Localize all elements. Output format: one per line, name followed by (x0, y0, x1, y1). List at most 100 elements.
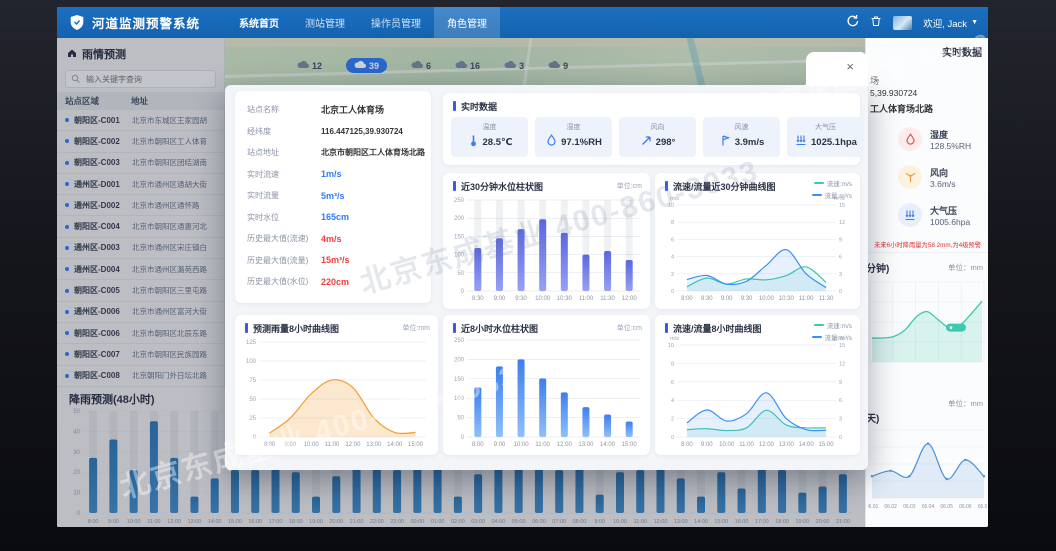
svg-text:14:00: 14:00 (600, 442, 616, 448)
station-row[interactable]: 朝阳区-C001北京市东城区王家园胡 (57, 110, 224, 131)
station-row[interactable]: 通州区-D004北京市通州区潞苑西路 (57, 259, 224, 280)
weather-chip[interactable]: 12 (297, 60, 322, 71)
user-menu[interactable]: 欢迎, Jack ▼ (923, 16, 978, 30)
thermometer-icon (467, 134, 480, 150)
svg-text:16:00: 16:00 (248, 519, 262, 525)
station-dot-icon (65, 374, 69, 378)
station-address: 北京市通州区宋庄镇白 (132, 242, 216, 253)
station-row[interactable]: 朝阳区-C008北京朝阳门外日坛北路 (57, 366, 224, 387)
station-row[interactable]: 朝阳区-C004北京市朝阳区通惠河北 (57, 216, 224, 237)
refresh-icon[interactable] (846, 14, 859, 32)
station-row[interactable]: 通州区-D003北京市通州区宋庄镇白 (57, 238, 224, 259)
svg-text:8: 8 (671, 220, 674, 226)
svg-text:11:00: 11:00 (147, 519, 160, 525)
modal-close-tab: × (806, 52, 868, 86)
weather-chip[interactable]: 6 (411, 60, 431, 71)
trash-icon[interactable] (870, 14, 882, 32)
info-value: 220cm (321, 277, 349, 287)
svg-text:3: 3 (839, 417, 842, 423)
info-row: 历史最大值(流速)4m/s (247, 228, 431, 250)
station-table-header: 站点区域 地址 (57, 92, 224, 110)
station-row[interactable]: 朝阳区-C006北京市朝阳区北辰东路 (57, 323, 224, 344)
svg-text:14:00: 14:00 (387, 442, 403, 448)
level30-chart: 0501001502002508:309:009:3010:0010:3011:… (447, 192, 646, 307)
svg-text:9:00: 9:00 (494, 442, 506, 448)
info-row: 实时流量5m³/s (247, 185, 431, 207)
info-value: 北京工人体育场 (321, 103, 384, 116)
title-bar-accent (453, 101, 456, 111)
station-row[interactable]: 通州区-D001北京市通州区通胡大街 (57, 174, 224, 195)
humidity-icon (545, 134, 558, 150)
station-row[interactable]: 朝阳区-C005北京市朝阳区三里屯路 (57, 280, 224, 301)
svg-text:05:00: 05:00 (512, 519, 526, 525)
svg-text:06.05: 06.05 (940, 504, 953, 510)
svg-text:200: 200 (454, 357, 465, 363)
station-row[interactable]: 朝阳区-C003北京市朝阳区团结湖南 (57, 153, 224, 174)
nav-item[interactable]: 操作员管理 (358, 7, 434, 38)
station-id: 通州区-D006 (74, 306, 132, 317)
svg-text:13:00: 13:00 (674, 519, 688, 525)
svg-text:6: 6 (839, 398, 842, 404)
svg-text:11:30: 11:30 (819, 296, 834, 302)
station-row[interactable]: 朝阳区-C002北京市朝阳区工人体育 (57, 131, 224, 152)
svg-text:00:00: 00:00 (410, 519, 424, 525)
station-id: 朝阳区-C002 (74, 136, 132, 147)
flow30-chart: 024681003691215m/sm³/s8:008:309:009:3010… (659, 192, 856, 307)
svg-text:0: 0 (671, 289, 674, 295)
close-icon[interactable]: × (846, 59, 854, 74)
stat-tile: 风速3.9m/s (703, 117, 780, 157)
station-dot-icon (65, 289, 69, 293)
weather-chip[interactable]: 9 (548, 60, 568, 71)
welcome-text: 欢迎, Jack (923, 16, 967, 30)
card-header: 实时数据 (443, 93, 860, 113)
station-row[interactable]: 朝阳区-C007北京市朝阳区民族园路 (57, 344, 224, 365)
svg-text:50: 50 (457, 416, 464, 422)
svg-text:100: 100 (454, 253, 465, 259)
weather-chip[interactable]: 3 (504, 60, 524, 71)
svg-text:12:00: 12:00 (654, 519, 668, 525)
station-address: 北京朝阳门外日坛北路 (132, 370, 216, 381)
stat-tile: 湿度97.1%RH (535, 117, 612, 157)
title-bar-accent (665, 181, 668, 191)
nav-item[interactable]: 测站管理 (292, 7, 358, 38)
station-row[interactable]: 通州区-D002北京市通州区通怀路 (57, 195, 224, 216)
info-row: 经纬度116.447125,39.930724 (247, 121, 431, 143)
weather-chip-value: 3 (519, 61, 524, 71)
station-dot-icon (65, 161, 69, 165)
station-dot-icon (65, 246, 69, 250)
station-row[interactable]: 通州区-D006北京市通州区富河大街 (57, 302, 224, 323)
svg-text:10:00: 10:00 (719, 442, 735, 448)
station-address: 北京市通州区潞苑西路 (132, 264, 216, 275)
station-dot-icon (65, 182, 69, 186)
svg-text:06.02: 06.02 (884, 504, 897, 510)
info-value: 1m/s (321, 169, 342, 179)
stat-tile: 大气压1025.1hpa (787, 117, 864, 157)
stat-tile-value: 28.5℃ (451, 134, 528, 150)
avatar[interactable] (893, 16, 912, 30)
svg-text:10: 10 (668, 343, 674, 349)
nav-item[interactable]: 系统首页 (226, 7, 292, 38)
svg-text:11:00: 11:00 (579, 296, 594, 302)
svg-text:10:30: 10:30 (779, 296, 795, 302)
svg-text:15:00: 15:00 (408, 442, 424, 448)
app-title: 河道监测预警系统 (92, 13, 200, 32)
svg-text:6: 6 (839, 255, 842, 261)
weather-chip[interactable]: 39 (346, 58, 387, 73)
weather-chip[interactable]: 16 (455, 60, 480, 71)
station-address: 北京市朝阳区北辰东路 (132, 328, 216, 339)
realtime-right-panel: 实时数据 场 5,39.930724 工人体育场北路 湿度128.5%RH风向3… (865, 38, 988, 527)
svg-text:22:00: 22:00 (370, 519, 384, 525)
station-address: 北京市朝阳区民族园路 (132, 349, 216, 360)
level30-card: 近30分钟水位柱状图 单位:cm 0501001502002508:309:00… (443, 173, 650, 309)
info-label: 站点名称 (247, 104, 321, 115)
nav-item[interactable]: 角色管理 (434, 7, 500, 38)
svg-text:20:00: 20:00 (816, 519, 830, 525)
info-value: 116.447125,39.930724 (321, 127, 403, 136)
station-dot-icon (65, 118, 69, 122)
rain-warning-text: 未来6小时降雨量为58.2mm,为4级预警 (870, 240, 985, 249)
svg-text:8:30: 8:30 (701, 296, 713, 302)
search-input[interactable] (84, 74, 204, 85)
monitor-photo: 河道监测预警系统 系统首页测站管理操作员管理角色管理 欢迎, Jack ▼ 12… (0, 0, 1056, 551)
svg-text:m/s: m/s (670, 336, 679, 342)
svg-text:4: 4 (671, 398, 674, 404)
